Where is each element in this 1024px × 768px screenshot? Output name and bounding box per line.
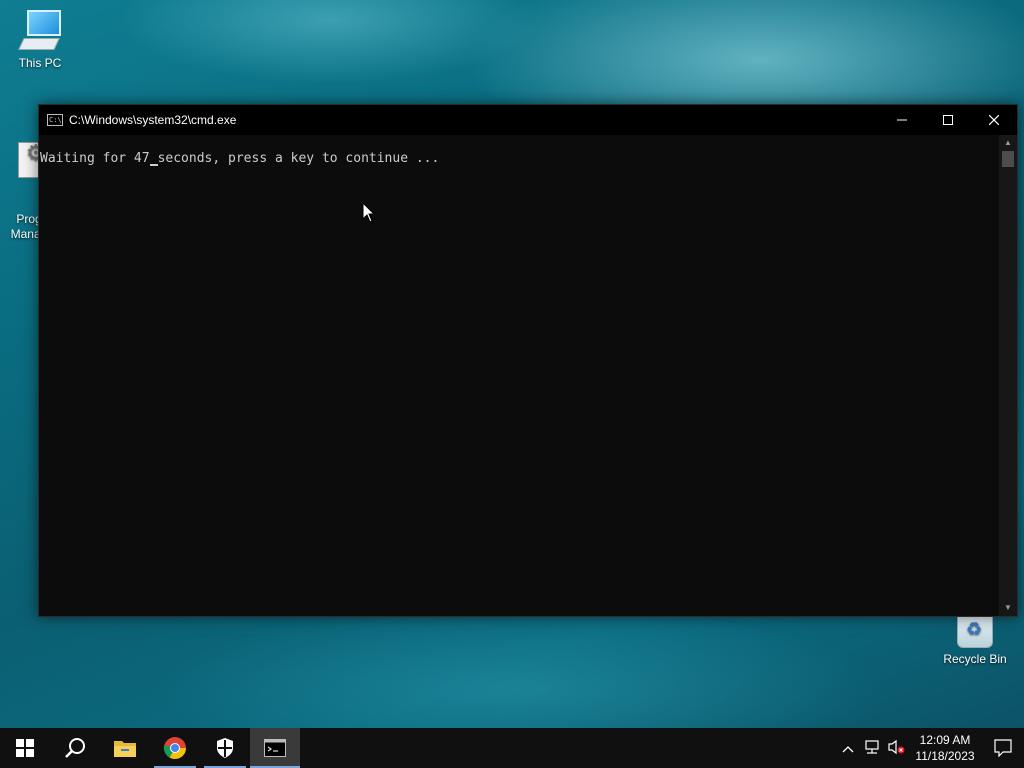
- file-explorer-icon: [114, 741, 136, 757]
- cmd-app-icon[interactable]: C:\: [47, 114, 63, 126]
- search-icon: [65, 738, 85, 758]
- chrome-icon: [163, 737, 186, 759]
- chrome-button[interactable]: [150, 728, 200, 768]
- console-output[interactable]: Waiting for 47 seconds, press a key to co…: [39, 135, 999, 616]
- start-button[interactable]: [0, 728, 50, 768]
- mouse-pointer-icon: [362, 202, 376, 223]
- show-hidden-icons-button[interactable]: [836, 741, 860, 756]
- computer-icon: [18, 10, 61, 52]
- file-explorer-button[interactable]: [100, 728, 150, 768]
- network-icon: [865, 739, 879, 754]
- vertical-scrollbar[interactable]: ▲ ▼: [999, 135, 1017, 616]
- volume-muted-icon: [888, 739, 905, 754]
- clock[interactable]: 12:09 AM 11/18/2023: [908, 732, 982, 764]
- start-icon: [16, 739, 34, 757]
- maximize-button[interactable]: [925, 105, 971, 135]
- text-cursor: [149, 151, 158, 166]
- close-icon: [989, 115, 999, 125]
- cmd-icon: [264, 739, 286, 757]
- desktop-icon-this-pc[interactable]: This PC: [0, 10, 80, 70]
- action-center-button[interactable]: [982, 728, 1024, 768]
- notification-icon: [994, 739, 1012, 757]
- window-titlebar[interactable]: C:\ C:\Windows\system32\cmd.exe: [39, 105, 1017, 135]
- taskbar: 12:09 AM 11/18/2023: [0, 728, 1024, 768]
- desktop-icon-label: Recycle Bin: [943, 652, 1007, 666]
- clock-date: 11/18/2023: [915, 749, 975, 763]
- windows-security-button[interactable]: [200, 728, 250, 768]
- recycle-bin-icon: [957, 614, 993, 648]
- console-text-before-cursor: Waiting for 47: [40, 151, 150, 166]
- close-button[interactable]: [971, 105, 1017, 135]
- scroll-down-icon[interactable]: ▼: [999, 600, 1017, 616]
- cmd-taskbar-button[interactable]: [250, 728, 300, 768]
- window-title: C:\Windows\system32\cmd.exe: [69, 113, 237, 127]
- minimize-button[interactable]: [879, 105, 925, 135]
- search-button[interactable]: [50, 728, 100, 768]
- desktop-icon-recycle-bin[interactable]: Recycle Bin: [935, 614, 1015, 666]
- scroll-up-icon[interactable]: ▲: [999, 135, 1017, 151]
- shield-icon: [217, 738, 233, 758]
- clock-time: 12:09 AM: [919, 733, 971, 747]
- minimize-icon: [897, 119, 907, 121]
- console-text-after-cursor: seconds, press a key to continue ...: [157, 151, 440, 166]
- scrollbar-thumb[interactable]: [1002, 151, 1014, 167]
- network-button[interactable]: [860, 739, 884, 758]
- cmd-window[interactable]: C:\ C:\Windows\system32\cmd.exe Waiting …: [38, 104, 1018, 617]
- volume-button[interactable]: [884, 739, 908, 758]
- system-tray: 12:09 AM 11/18/2023: [836, 728, 1024, 768]
- desktop-icon-label: This PC: [18, 56, 62, 70]
- maximize-icon: [943, 115, 953, 125]
- chevron-up-icon: [842, 745, 854, 752]
